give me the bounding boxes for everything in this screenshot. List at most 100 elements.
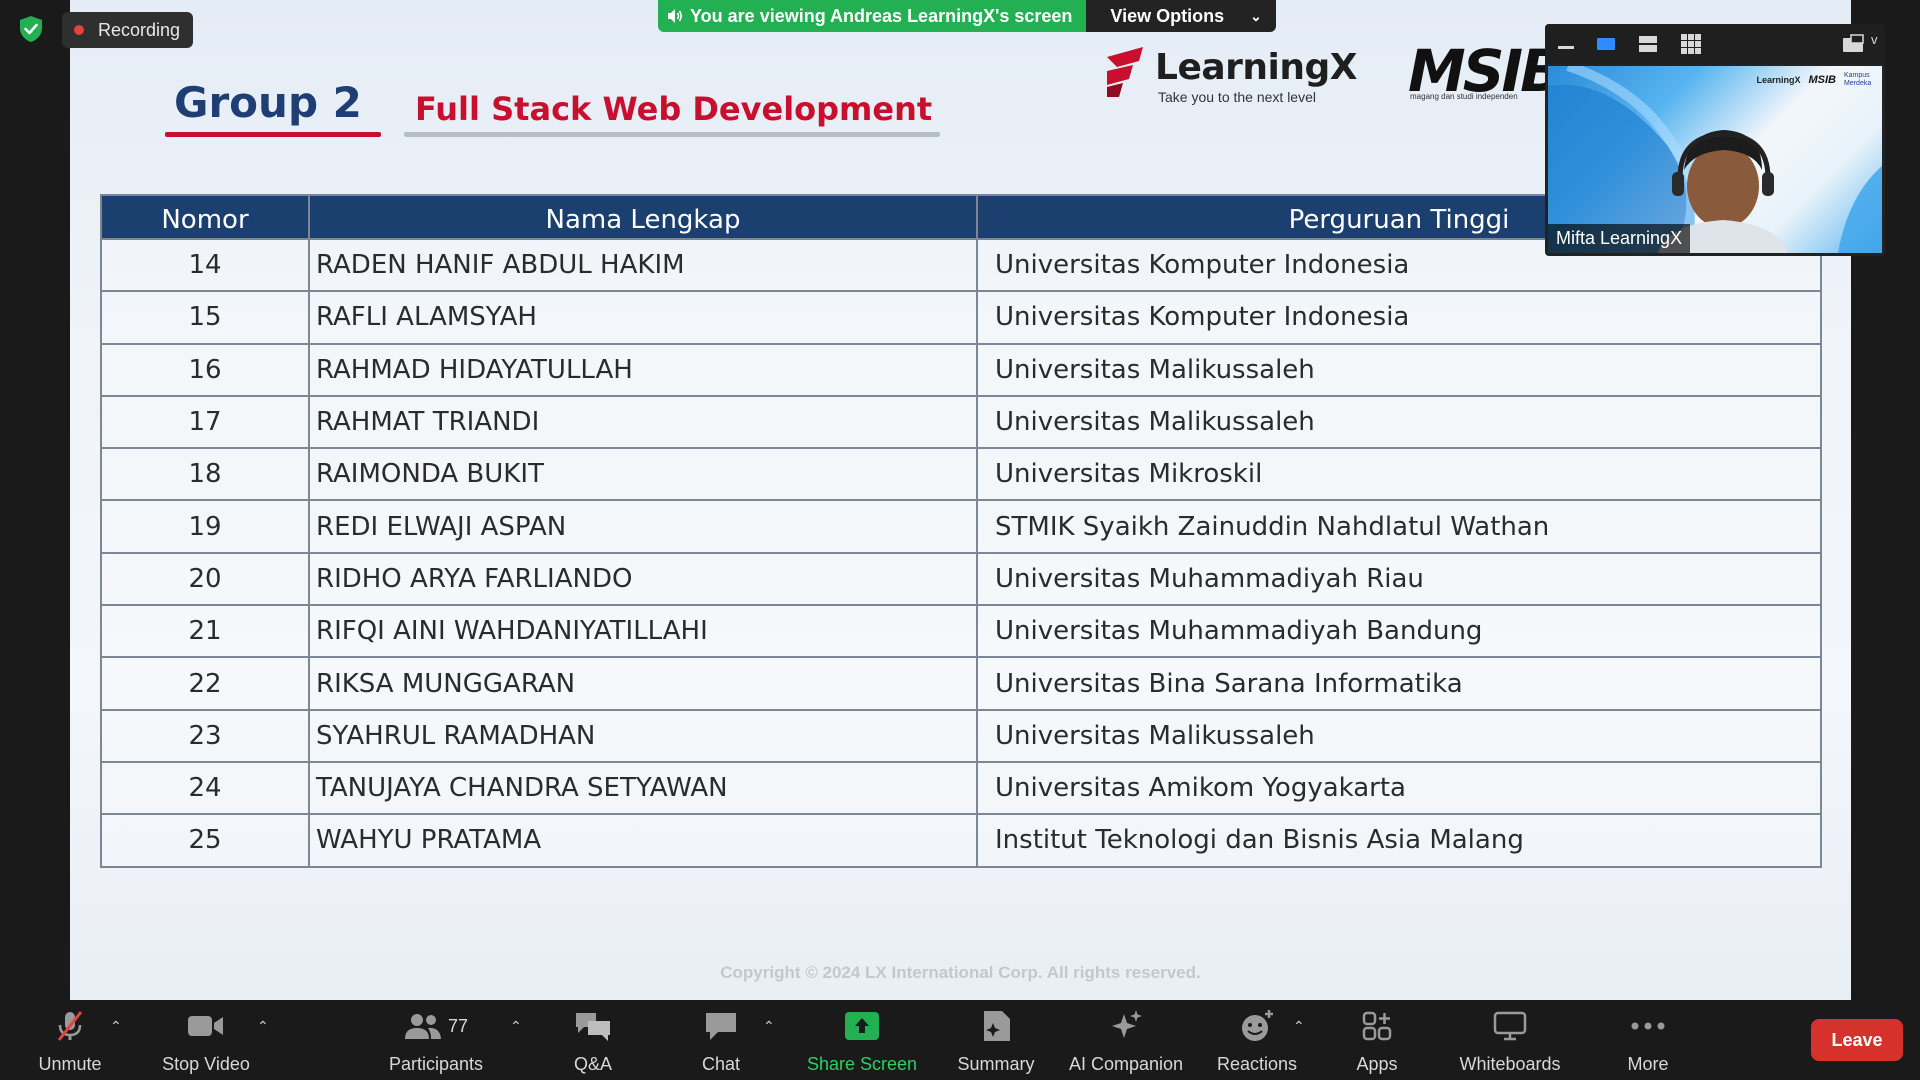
recording-indicator[interactable]: Recording — [62, 12, 194, 48]
summary-label: Summary — [957, 1054, 1035, 1074]
speaker-icon — [668, 9, 682, 23]
video-options-chevron-icon[interactable]: ⌃ — [257, 1018, 269, 1035]
cell-nama: WAHYU PRATAMA — [308, 813, 978, 868]
chat-button[interactable]: Chat — [691, 1008, 751, 1078]
learningx-mark-icon — [1107, 47, 1143, 97]
participant-name-label: Mifta LearningX — [1548, 224, 1691, 253]
whiteboards-label: Whiteboards — [1459, 1054, 1561, 1074]
qa-label: Q&A — [573, 1054, 612, 1074]
cell-nomor: 22 — [100, 656, 310, 711]
participants-options-chevron-icon[interactable]: ⌃ — [510, 1018, 522, 1035]
table-row: 24 TANUJAYA CHANDRA SETYAWAN Universitas A… — [100, 760, 1822, 816]
gallery-view-icon[interactable] — [1679, 32, 1703, 56]
ai-companion-label: AI Companion — [1068, 1054, 1184, 1074]
cell-perguruan-tinggi: Institut Teknologi dan Bisnis Asia Malan… — [976, 813, 1822, 868]
stop-video-button[interactable]: Stop Video — [156, 1008, 256, 1078]
apps-label: Apps — [1356, 1054, 1398, 1074]
participants-icon — [404, 1014, 441, 1039]
video-thumbnail-panel[interactable]: v LearningX MSIB Kampus Merdeka Mifta Le… — [1545, 24, 1885, 256]
table-row: 15 RAFLI ALAMSYAH Universitas Komputer Ind… — [100, 290, 1822, 345]
chat-bubble-icon — [706, 1013, 736, 1040]
cell-perguruan-tinggi: Universitas Malikussaleh — [976, 342, 1822, 397]
more-button[interactable]: More — [1623, 1008, 1673, 1078]
table-row: 23 SYAHRUL RAMADHAN Universitas Malikussal… — [100, 708, 1822, 763]
participant-video: LearningX MSIB Kampus Merdeka Mifta Lear… — [1548, 66, 1882, 253]
reactions-label: Reactions — [1216, 1054, 1298, 1074]
screen-share-banner: You are viewing Andreas LearningX's scre… — [658, 0, 1276, 32]
qa-button[interactable]: Q&A — [563, 1008, 623, 1078]
meeting-controls-bar: Unmute ⌃ Stop Video ⌃ 77 Participants ⌃ … — [0, 1000, 1920, 1080]
table-row: 22 RIKSA MUNGGARAN Universitas Bina Sarana… — [100, 656, 1822, 711]
participants-label: Participants — [388, 1054, 484, 1074]
cell-nomor: 14 — [100, 237, 310, 293]
cell-nomor: 19 — [100, 499, 310, 554]
participants-count: 77 — [447, 1015, 469, 1036]
cell-perguruan-tinggi: Universitas Amikom Yogyakarta — [976, 760, 1822, 816]
view-options-button[interactable]: View Options ⌄ — [1086, 0, 1276, 32]
cell-nomor: 16 — [100, 342, 310, 397]
table-row: 16 RAHMAD HIDAYATULLAH Universitas Malikus… — [100, 342, 1822, 397]
slide-group-title: Group 2 — [174, 78, 362, 127]
single-view-icon[interactable] — [1595, 32, 1617, 56]
table-row: 20 RIDHO ARYA FARLIANDO Universitas Muhamm… — [100, 551, 1822, 607]
zoom-meeting-window: Group 2 Full Stack Web Development Learn… — [0, 0, 1920, 1080]
stacked-view-icon[interactable] — [1637, 32, 1659, 56]
cell-nama: RIKSA MUNGGARAN — [308, 656, 978, 711]
slide-course-title: Full Stack Web Development — [415, 90, 933, 128]
share-screen-button[interactable]: Share Screen — [803, 1008, 921, 1078]
chevron-down-icon: ⌄ — [1250, 7, 1262, 24]
cell-nama: RAIMONDA BUKIT — [308, 447, 978, 502]
panel-menu-chevron-icon[interactable]: v — [1871, 32, 1878, 56]
whiteboards-button[interactable]: Whiteboards — [1452, 1008, 1568, 1078]
cell-nama: SYAHRUL RAMADHAN — [308, 708, 978, 763]
cell-perguruan-tinggi: Universitas Muhammadiyah Bandung — [976, 604, 1822, 659]
table-row: 19 REDI ELWAJI ASPAN STMIK Syaikh Zainuddi… — [100, 499, 1822, 554]
mini-logo-kampus: Kampus Merdeka — [1844, 72, 1872, 87]
reactions-button[interactable]: Reactions — [1212, 1008, 1302, 1078]
share-screen-label: Share Screen — [806, 1054, 918, 1074]
ai-companion-button[interactable]: AI Companion — [1063, 1008, 1189, 1078]
recording-label: Recording — [98, 19, 181, 40]
audio-options-chevron-icon[interactable]: ⌃ — [110, 1018, 122, 1035]
msib-logo: MSIB magang dan studi independen — [1408, 42, 1568, 112]
pop-out-icon[interactable] — [1841, 32, 1865, 56]
summary-document-icon — [984, 1011, 1010, 1041]
header-nomor: Nomor — [100, 194, 310, 240]
cell-nama: RAFLI ALAMSYAH — [308, 290, 978, 345]
mini-logos: LearningX MSIB Kampus Merdeka — [1756, 72, 1874, 88]
group-title-underline — [165, 132, 381, 137]
cell-nama: RAHMAT TRIANDI — [308, 394, 978, 450]
participants-button[interactable]: 77 Participants — [383, 1008, 489, 1078]
summary-button[interactable]: Summary — [953, 1008, 1039, 1078]
apps-icon — [1362, 1011, 1392, 1041]
viewing-screen-notice: You are viewing Andreas LearningX's scre… — [658, 0, 1087, 32]
course-title-underline — [404, 132, 940, 137]
minimize-icon[interactable] — [1555, 32, 1577, 56]
cell-nama: RIDHO ARYA FARLIANDO — [308, 551, 978, 607]
more-label: More — [1627, 1054, 1669, 1074]
video-panel-toolbar: v — [1545, 24, 1885, 64]
reactions-options-chevron-icon[interactable]: ⌃ — [1293, 1018, 1305, 1035]
table-row: 21 RIFQI AINI WAHDANIYATILLAHI Universitas… — [100, 604, 1822, 659]
learningx-logo: LearningX Take you to the next level — [1103, 45, 1393, 115]
table-row: 17 RAHMAT TRIANDI Universitas Malikussaleh — [100, 394, 1822, 450]
ai-sparkle-icon — [1112, 1010, 1142, 1038]
share-screen-icon — [845, 1012, 879, 1040]
cell-perguruan-tinggi: Universitas Bina Sarana Informatika — [976, 656, 1822, 711]
chat-options-chevron-icon[interactable]: ⌃ — [763, 1018, 775, 1035]
cell-nomor: 17 — [100, 394, 310, 450]
whiteboard-icon — [1493, 1011, 1527, 1041]
leave-button[interactable]: Leave — [1811, 1019, 1903, 1061]
cell-perguruan-tinggi: Universitas Muhammadiyah Riau — [976, 551, 1822, 607]
apps-button[interactable]: Apps — [1352, 1008, 1402, 1078]
viewing-banner-text: You are viewing Andreas LearningX's scre… — [690, 5, 1073, 26]
video-camera-icon — [188, 1016, 223, 1036]
cell-perguruan-tinggi: Universitas Malikussaleh — [976, 394, 1822, 450]
unmute-button[interactable]: Unmute — [30, 1008, 110, 1078]
learningx-logo-tagline: Take you to the next level — [1158, 89, 1316, 105]
recording-dot-icon — [74, 25, 84, 35]
cell-nomor: 23 — [100, 708, 310, 763]
mini-logo-learningx: LearningX — [1756, 75, 1801, 85]
cell-perguruan-tinggi: STMIK Syaikh Zainuddin Nahdlatul Wathan — [976, 499, 1822, 554]
encryption-shield-icon[interactable] — [16, 14, 46, 44]
